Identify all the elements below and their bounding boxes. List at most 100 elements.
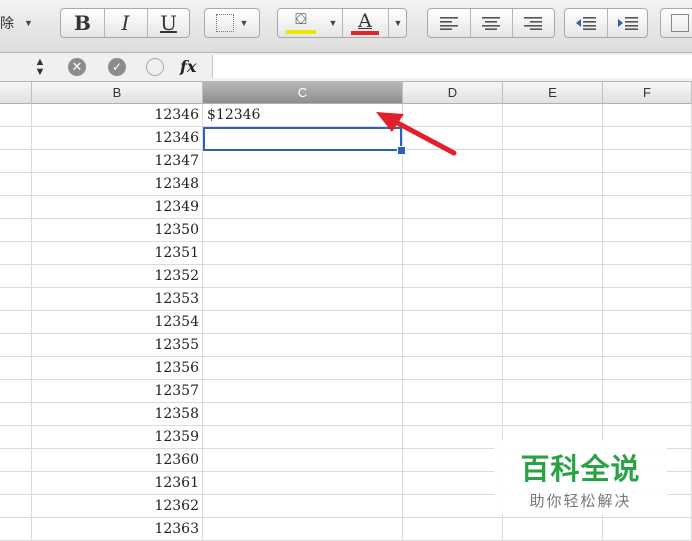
cell-d[interactable] xyxy=(403,495,503,517)
clear-dropdown-button[interactable]: 除 ▼ xyxy=(0,8,42,38)
align-right-button[interactable] xyxy=(512,9,554,37)
name-box-stepper[interactable]: ▲ ▼ xyxy=(30,57,50,78)
check-icon[interactable]: ✓ xyxy=(108,58,126,76)
column-header-d[interactable]: D xyxy=(403,82,503,104)
cell-b[interactable]: 12360 xyxy=(32,449,203,471)
cell-f[interactable] xyxy=(603,334,692,356)
align-center-button[interactable] xyxy=(470,9,513,37)
align-left-button[interactable] xyxy=(428,9,471,37)
cell-b[interactable]: 12357 xyxy=(32,380,203,402)
cell-b[interactable]: 12355 xyxy=(32,334,203,356)
cell-b[interactable]: 12354 xyxy=(32,311,203,333)
cell-d[interactable] xyxy=(403,265,503,287)
cell-f[interactable] xyxy=(603,150,692,172)
cell-f[interactable] xyxy=(603,380,692,402)
cell-f[interactable] xyxy=(603,403,692,425)
cell-e[interactable] xyxy=(503,357,603,379)
cell-b[interactable]: 12363 xyxy=(32,518,203,540)
cell-f[interactable] xyxy=(603,242,692,264)
cell-f[interactable] xyxy=(603,311,692,333)
cell-e[interactable] xyxy=(503,219,603,241)
cell-c[interactable] xyxy=(203,426,403,448)
cell-c[interactable] xyxy=(203,242,403,264)
cell-f[interactable] xyxy=(603,265,692,287)
cell-d[interactable] xyxy=(403,219,503,241)
cell-d[interactable] xyxy=(403,242,503,264)
borders-button[interactable]: ▼ xyxy=(204,8,260,38)
cell-e[interactable] xyxy=(503,288,603,310)
cell-d[interactable] xyxy=(403,380,503,402)
cell-d[interactable] xyxy=(403,357,503,379)
cell-e[interactable] xyxy=(503,334,603,356)
cell-b[interactable]: 12350 xyxy=(32,219,203,241)
cell-d[interactable] xyxy=(403,334,503,356)
cell-e[interactable] xyxy=(503,150,603,172)
cell-b[interactable]: 12351 xyxy=(32,242,203,264)
bold-button[interactable]: B xyxy=(61,9,105,37)
cell-b[interactable]: 12348 xyxy=(32,173,203,195)
cell-b[interactable]: 12349 xyxy=(32,196,203,218)
function-icon[interactable] xyxy=(146,58,164,76)
cell-b[interactable]: 12361 xyxy=(32,472,203,494)
cell-c[interactable] xyxy=(203,403,403,425)
italic-button[interactable]: I xyxy=(104,9,148,37)
column-header-e[interactable]: E xyxy=(503,82,603,104)
cell-c[interactable] xyxy=(203,288,403,310)
fill-color-dropdown[interactable]: ▼ xyxy=(324,9,343,37)
cell-d[interactable] xyxy=(403,173,503,195)
cell-f[interactable] xyxy=(603,196,692,218)
cell-d[interactable] xyxy=(403,288,503,310)
cell-d[interactable] xyxy=(403,311,503,333)
cell-b[interactable]: 12359 xyxy=(32,426,203,448)
cell-d[interactable] xyxy=(403,472,503,494)
cell-c[interactable] xyxy=(203,380,403,402)
formula-input[interactable] xyxy=(212,55,692,78)
cell-d[interactable] xyxy=(403,449,503,471)
cell-c[interactable] xyxy=(203,334,403,356)
cell-c[interactable] xyxy=(203,449,403,471)
cell-b[interactable]: 12356 xyxy=(32,357,203,379)
cell-d[interactable] xyxy=(403,403,503,425)
cell-c[interactable] xyxy=(203,265,403,287)
cell-f[interactable] xyxy=(603,357,692,379)
cell-b[interactable]: 12353 xyxy=(32,288,203,310)
cell-e[interactable] xyxy=(503,311,603,333)
cell-e[interactable] xyxy=(503,403,603,425)
cell-c[interactable] xyxy=(203,196,403,218)
column-header-c[interactable]: C xyxy=(203,82,403,104)
cell-f[interactable] xyxy=(603,173,692,195)
cell-e[interactable] xyxy=(503,242,603,264)
cell-c[interactable] xyxy=(203,219,403,241)
cell-c[interactable] xyxy=(203,472,403,494)
font-color-button[interactable]: A xyxy=(342,9,388,37)
increase-indent-button[interactable] xyxy=(607,9,649,37)
cell-e[interactable] xyxy=(503,265,603,287)
cell-d[interactable] xyxy=(403,426,503,448)
decrease-indent-button[interactable] xyxy=(565,9,608,37)
cell-e[interactable] xyxy=(503,380,603,402)
fill-color-button[interactable]: ⛋ xyxy=(278,9,324,37)
cell-b[interactable]: 12347 xyxy=(32,150,203,172)
cell-f[interactable] xyxy=(603,219,692,241)
cell-c[interactable] xyxy=(203,173,403,195)
cell-e[interactable] xyxy=(503,104,603,126)
cancel-icon[interactable]: ✕ xyxy=(68,58,86,76)
cell-b[interactable]: 12352 xyxy=(32,265,203,287)
cell-e[interactable] xyxy=(503,173,603,195)
cell-f[interactable] xyxy=(603,518,692,540)
cell-b[interactable]: 12358 xyxy=(32,403,203,425)
cell-e[interactable] xyxy=(503,518,603,540)
cell-d[interactable] xyxy=(403,518,503,540)
cell-f[interactable] xyxy=(603,127,692,149)
cell-b[interactable]: 12362 xyxy=(32,495,203,517)
cell-c[interactable] xyxy=(203,311,403,333)
cell-c[interactable] xyxy=(203,518,403,540)
underline-button[interactable]: U xyxy=(147,9,190,37)
wrap-text-button[interactable] xyxy=(660,8,692,38)
cell-e[interactable] xyxy=(503,196,603,218)
cell-d[interactable] xyxy=(403,196,503,218)
fx-button[interactable]: fx xyxy=(180,57,196,76)
column-header-b[interactable]: B xyxy=(32,82,203,104)
cell-b[interactable]: 12346 xyxy=(32,127,203,149)
cell-c[interactable] xyxy=(203,495,403,517)
